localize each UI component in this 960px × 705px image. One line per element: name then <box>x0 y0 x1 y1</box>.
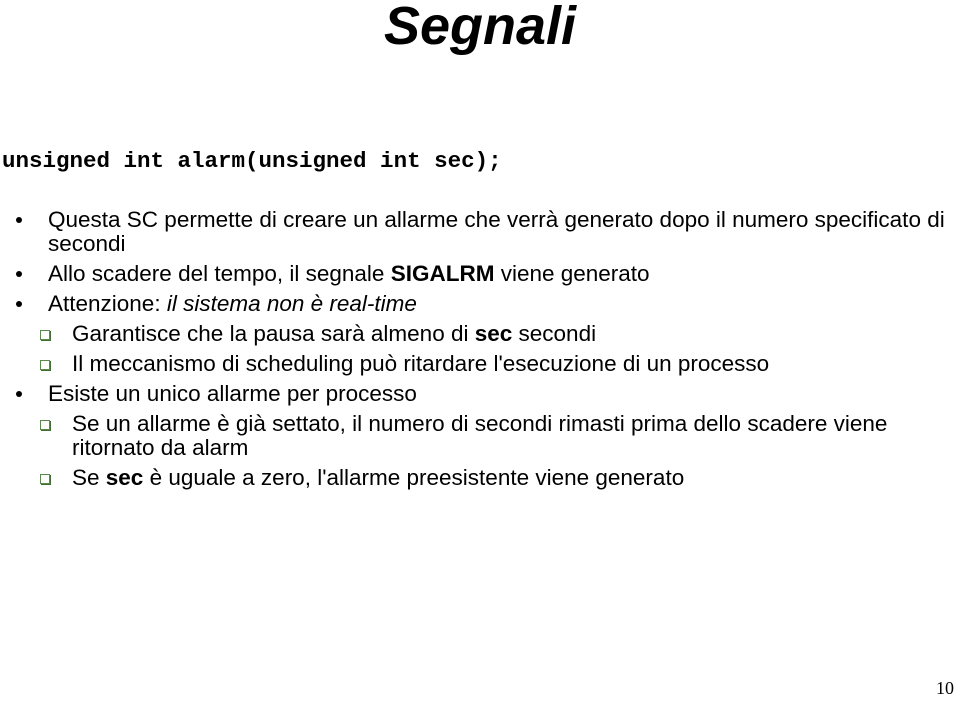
text: Garantisce che la pausa sarà almeno di <box>72 321 475 346</box>
text: Se <box>72 465 106 490</box>
bold-text: SIGALRM <box>390 261 495 286</box>
sub-bullet-item: Il meccanismo di scheduling può ritardar… <box>0 352 960 376</box>
bullet-item: Questa SC permette di creare un allarme … <box>0 208 960 256</box>
sub-bullet-item: Se un allarme è già settato, il numero d… <box>0 412 960 460</box>
square-bullet-icon <box>40 474 50 484</box>
bullet-dot-icon <box>16 391 22 397</box>
slide-title-text: Segnali <box>383 0 577 56</box>
text: viene generato <box>494 261 650 286</box>
text: Allo scadere del tempo, il segnale <box>48 261 391 286</box>
sub-bullet-item: Garantisce che la pausa sarà almeno di s… <box>0 322 960 346</box>
bullet-dot-icon <box>16 271 22 277</box>
bullet-dot-icon <box>16 301 22 307</box>
bullet-dot-icon <box>16 217 22 223</box>
bold-text: sec <box>474 321 513 346</box>
slide-title: Segnali <box>0 0 960 58</box>
square-bullet-icon <box>40 330 50 340</box>
text: è uguale a zero, l'allarme preesistente … <box>143 465 685 490</box>
text: Il meccanismo di scheduling può ritardar… <box>72 351 770 376</box>
text: Se un allarme è già settato, il numero d… <box>72 411 888 460</box>
bullet-item: Esiste un unico allarme per processo <box>0 382 960 406</box>
bold-text: sec <box>105 465 144 490</box>
text: Esiste un unico allarme per processo <box>48 381 417 406</box>
bullet-item: Attenzione: il sistema non è real-time <box>0 292 960 316</box>
text: Attenzione: <box>48 291 167 316</box>
square-bullet-icon <box>40 420 50 430</box>
bullet-item: Allo scadere del tempo, il segnale SIGAL… <box>0 262 960 286</box>
sub-bullet-item: Se sec è uguale a zero, l'allarme preesi… <box>0 466 960 490</box>
text: secondi <box>512 321 597 346</box>
text: Questa SC permette di creare un allarme … <box>48 207 945 256</box>
italic-text: il sistema non è real-time <box>166 291 417 316</box>
code-signature: unsigned int alarm(unsigned int sec); <box>2 148 502 174</box>
bullet-list: Questa SC permette di creare un allarme … <box>0 208 960 496</box>
square-bullet-icon <box>40 360 50 370</box>
page-number: 10 <box>936 678 954 698</box>
